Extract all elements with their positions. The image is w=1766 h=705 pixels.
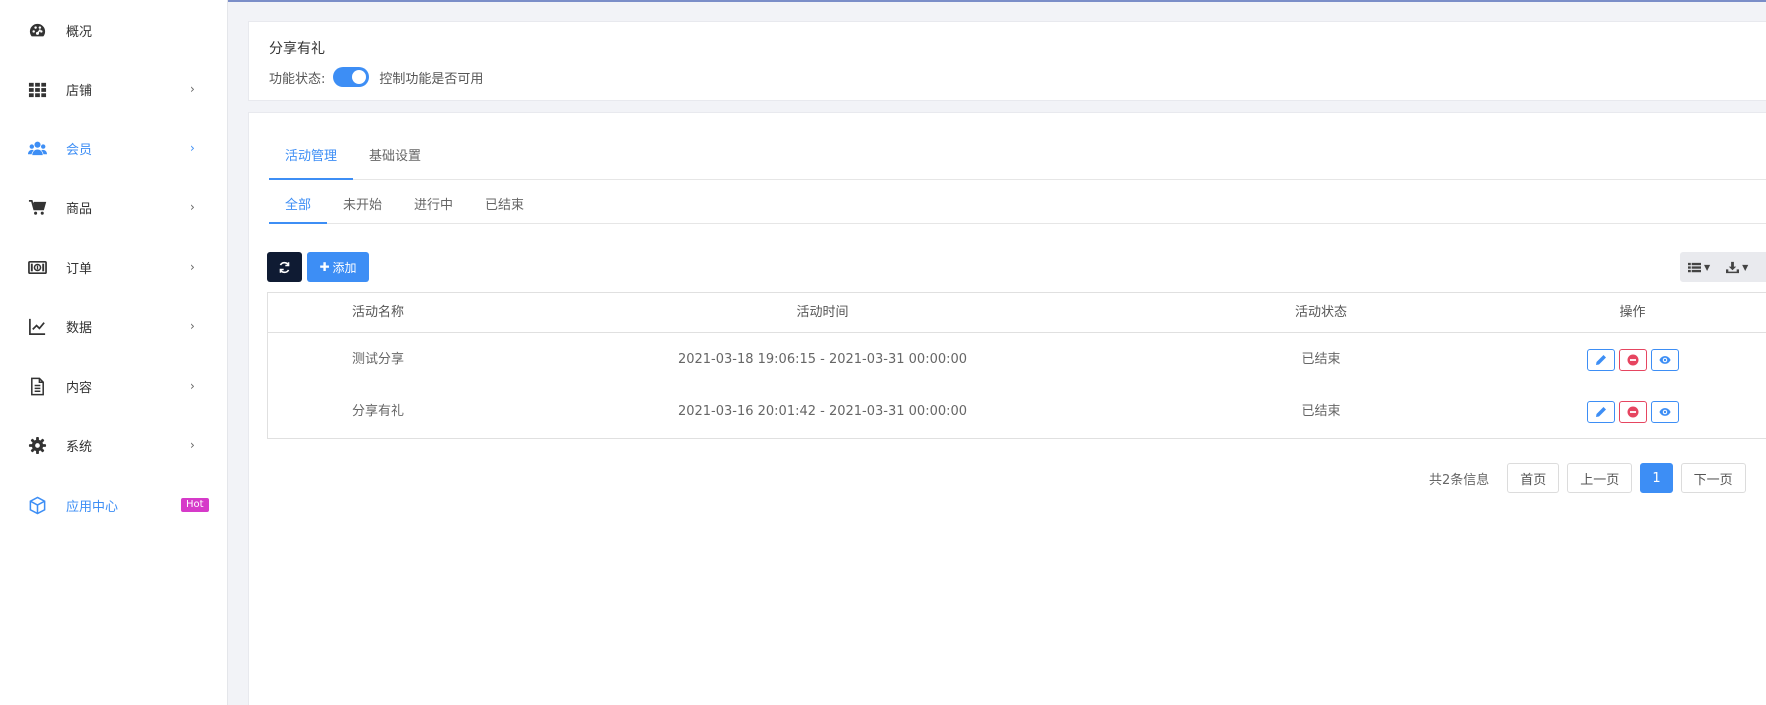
plus-icon: ✚ [319,260,330,274]
sidebar-item-store[interactable]: 店铺 › [0,69,228,109]
subtab-not-started[interactable]: 未开始 [327,184,398,223]
table-row: 测试分享 2021-03-18 19:06:15 - 2021-03-31 00… [268,334,1766,386]
chevron-right-icon: › [190,200,195,214]
export-button[interactable]: ▼ [1718,252,1756,282]
tab-activity-management[interactable]: 活动管理 [269,130,354,180]
subtab-ended[interactable]: 已结束 [469,184,540,223]
columns-toggle-button[interactable]: ▼ [1680,252,1718,282]
pagination-total: 共2条信息 [1429,472,1490,488]
sidebar-item-orders[interactable]: 订单 › [0,247,228,287]
pencil-icon [1595,407,1606,417]
cell-activity-status: 已结束 [1301,352,1341,367]
cube-icon [27,495,47,515]
caret-down-icon: ▼ [1742,262,1749,272]
grid-icon [27,79,47,99]
list-icon [1688,262,1701,272]
sidebar-item-label: 系统 [66,439,93,455]
sidebar-item-label: 内容 [66,380,93,396]
column-header-name[interactable]: 活动名称 [268,293,488,333]
sidebar-item-data[interactable]: 数据 › [0,306,228,346]
pagination-first-button[interactable]: 首页 [1507,463,1560,493]
caret-down-icon: ▼ [1704,262,1711,272]
eye-icon [1658,408,1671,416]
top-accent-line [0,0,1766,2]
column-header-status[interactable]: 活动状态 [1157,293,1485,333]
row-actions [1485,334,1766,386]
sidebar: 概况 店铺 › 会员 › 商品 › 订单 › 数据 › 内容 › 系统 › 应用… [0,0,228,705]
feature-status-toggle[interactable] [333,67,370,87]
document-icon [27,376,47,396]
main-card: 活动管理 基础设置 全部 未开始 进行中 已结束 ✚ 添加 ▼ ▼ 活动名称 活… [248,112,1766,705]
main-tabs: 活动管理 基础设置 [269,130,1766,180]
add-button-label: 添加 [332,260,357,275]
download-icon [1726,261,1740,273]
sidebar-item-products[interactable]: 商品 › [0,187,228,227]
eye-icon [1658,356,1671,364]
feature-title: 分享有礼 [269,41,325,57]
pagination-prev-button[interactable]: 上一页 [1567,463,1633,493]
hot-badge: Hot [181,498,209,512]
dashboard-icon [27,20,47,40]
money-icon [27,257,47,277]
refresh-button[interactable] [267,252,302,282]
chevron-right-icon: › [190,379,195,393]
sidebar-item-label: 会员 [66,142,93,158]
cell-activity-name: 测试分享 [351,352,404,367]
sidebar-item-app-center[interactable]: 应用中心 Hot [0,485,228,525]
table-header: 活动名称 活动时间 活动状态 操作 [268,293,1766,333]
subtab-all[interactable]: 全部 [269,184,328,224]
chevron-right-icon: › [190,82,195,96]
sidebar-item-system[interactable]: 系统 › [0,425,228,465]
minus-circle-icon [1627,354,1638,366]
sidebar-item-members[interactable]: 会员 › [0,128,228,168]
subtab-in-progress[interactable]: 进行中 [398,184,469,223]
column-header-actions: 操作 [1619,305,1646,320]
gear-icon [27,435,47,455]
edit-button[interactable] [1586,401,1615,423]
chevron-right-icon: › [190,141,195,155]
sidebar-item-overview[interactable]: 概况 [0,10,228,50]
cell-activity-status: 已结束 [1301,404,1341,419]
chevron-right-icon: › [190,438,195,452]
table-row: 分享有礼 2021-03-16 20:01:42 - 2021-03-31 00… [268,386,1766,438]
status-subtabs: 全部 未开始 进行中 已结束 [269,184,1766,224]
pencil-icon [1595,355,1606,365]
cell-activity-time: 2021-03-16 20:01:42 - 2021-03-31 00:00:0… [677,404,968,419]
sidebar-item-label: 应用中心 [66,499,119,515]
pagination-next-button[interactable]: 下一页 [1680,463,1746,493]
edit-button[interactable] [1586,349,1615,371]
line-chart-icon [27,316,47,336]
feature-status-row: 功能状态: 控制功能是否可用 [269,67,483,87]
activity-table: 活动名称 活动时间 活动状态 操作 测试分享 2021-03-18 19:06:… [267,292,1766,439]
toggle-knob [352,70,367,84]
minus-circle-icon [1627,406,1638,418]
column-header-time[interactable]: 活动时间 [488,293,1157,333]
sidebar-item-label: 概况 [66,24,93,40]
delete-button[interactable] [1618,401,1647,423]
feature-card: 分享有礼 功能状态: 控制功能是否可用 [248,21,1766,101]
sidebar-item-content[interactable]: 内容 › [0,366,228,406]
sidebar-item-label: 店铺 [66,83,93,99]
chevron-right-icon: › [190,319,195,333]
view-button[interactable] [1650,349,1679,371]
view-button[interactable] [1650,401,1679,423]
tab-basic-settings[interactable]: 基础设置 [353,130,437,179]
sidebar-item-label: 商品 [66,201,93,217]
cell-activity-name: 分享有礼 [351,404,404,419]
sidebar-item-label: 订单 [66,261,93,277]
sidebar-item-label: 数据 [66,320,93,336]
users-icon [27,138,47,158]
feature-status-label: 功能状态: [269,71,326,87]
delete-button[interactable] [1618,349,1647,371]
cell-activity-time: 2021-03-18 19:06:15 - 2021-03-31 00:00:0… [677,352,968,367]
add-button[interactable]: ✚ 添加 [307,252,369,282]
cart-icon [27,197,47,217]
refresh-icon [279,261,290,273]
row-actions [1485,386,1766,438]
pagination-page-1[interactable]: 1 [1640,463,1673,493]
chevron-right-icon: › [190,260,195,274]
pagination: 共2条信息 首页 上一页 1 下一页 [1429,463,1746,493]
table-tools: ▼ ▼ [1680,252,1766,282]
feature-status-hint: 控制功能是否可用 [379,71,484,87]
